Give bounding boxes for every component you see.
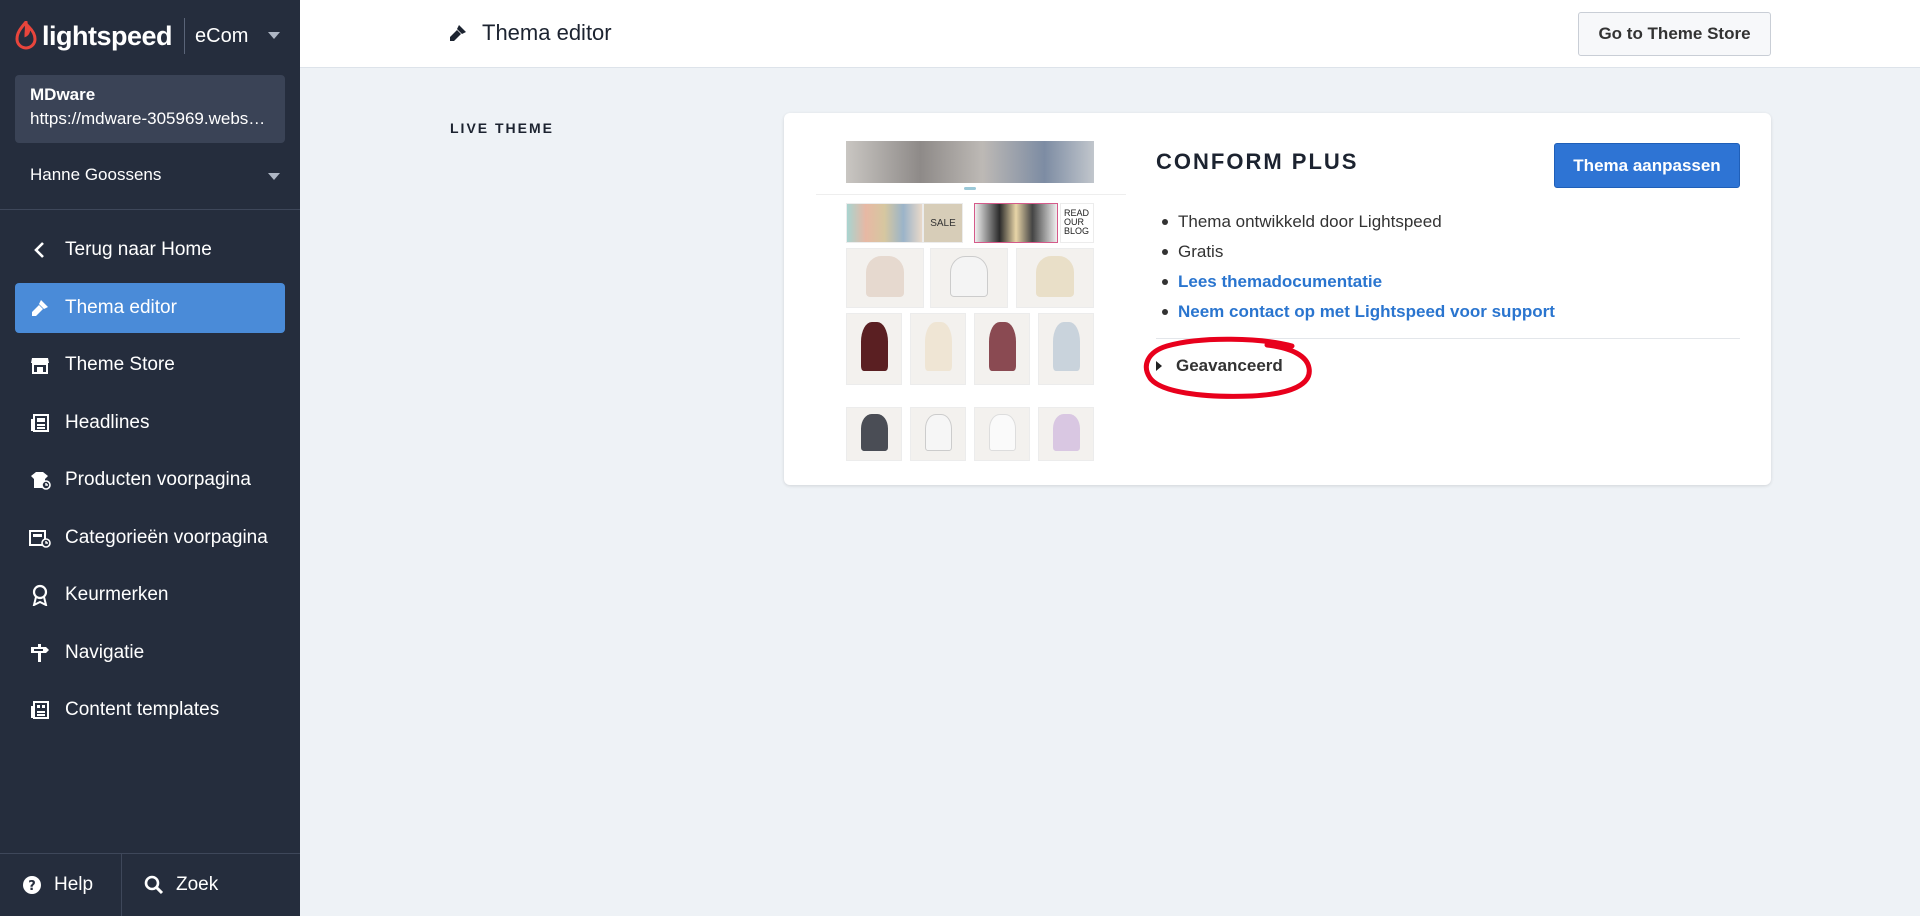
sidebar-nav: Terug naar Home Thema editor Theme Store… — [15, 225, 285, 743]
top-header: Thema editor Go to Theme Store — [300, 0, 1920, 68]
headlines-icon — [29, 412, 51, 434]
preview-product — [930, 248, 1008, 308]
brand-header[interactable]: lightspeed eCom — [0, 0, 300, 72]
advanced-label: Geavanceerd — [1176, 356, 1283, 375]
go-to-theme-store-button[interactable]: Go to Theme Store — [1578, 12, 1771, 56]
preview-product — [846, 248, 924, 308]
sidebar-item-theme-store[interactable]: Theme Store — [15, 340, 285, 390]
preview-product — [974, 407, 1030, 461]
shop-name: MDware — [30, 85, 96, 104]
help-button[interactable]: ? Help — [0, 854, 122, 916]
sidebar-item-home[interactable]: Terug naar Home — [15, 225, 285, 275]
sidebar-item-label: Producten voorpagina — [65, 469, 251, 490]
chevron-left-icon — [29, 239, 51, 261]
help-label: Help — [54, 874, 94, 895]
sidebar-item-categories-frontpage[interactable]: Categorieën voorpagina — [15, 513, 285, 563]
sidebar-footer: ? Help Zoek — [0, 853, 300, 916]
categories-icon — [29, 527, 51, 549]
preview-tile-rack — [846, 203, 923, 243]
preview-product — [1016, 248, 1094, 308]
preview-tile-blog: READ OUR BLOG — [1060, 203, 1094, 243]
shop-url: https://mdware-305969.webshopapp.com — [30, 109, 270, 128]
caret-right-icon — [1156, 361, 1162, 371]
sidebar: lightspeed eCom MDware https://mdware-30… — [0, 0, 300, 916]
bullet — [1162, 279, 1168, 285]
preview-tile-sale: SALE — [923, 203, 963, 243]
theme-documentation-link[interactable]: Lees themadocumentatie — [1162, 267, 1555, 297]
page-title: Thema editor — [448, 20, 612, 46]
sidebar-item-label: Thema editor — [65, 296, 177, 318]
sidebar-item-label: Keurmerken — [65, 584, 169, 605]
info-link-text: Neem contact op met Lightspeed voor supp… — [1178, 302, 1555, 321]
theme-name: CONFORM PLUS — [1156, 149, 1359, 174]
sidebar-item-headlines[interactable]: Headlines — [15, 398, 285, 448]
sidebar-item-label: Terug naar Home — [65, 239, 212, 260]
bullet — [1162, 219, 1168, 225]
user-name: Hanne Goossens — [30, 165, 162, 184]
brush-icon — [29, 297, 51, 319]
preview-product — [1038, 313, 1094, 385]
live-theme-card: SALE READ OUR BLOG CONFORM PLUS Thema aa… — [784, 113, 1771, 485]
list-item: Thema ontwikkeld door Lightspeed — [1162, 207, 1555, 237]
preview-slider-dots — [964, 187, 976, 190]
sidebar-item-products-frontpage[interactable]: Producten voorpagina — [15, 455, 285, 505]
customize-theme-button[interactable]: Thema aanpassen — [1554, 143, 1740, 188]
sidebar-item-label: Content templates — [65, 699, 220, 720]
page-title-text: Thema editor — [482, 20, 612, 45]
sidebar-item-label: Navigatie — [65, 641, 145, 663]
brand-separator — [184, 18, 186, 54]
info-text: Thema ontwikkeld door Lightspeed — [1178, 212, 1442, 231]
info-link-text: Lees themadocumentatie — [1178, 272, 1383, 291]
sidebar-item-label: Headlines — [65, 411, 150, 433]
info-text: Gratis — [1178, 242, 1224, 261]
search-icon — [144, 875, 164, 895]
theme-info-list: Thema ontwikkeld door Lightspeed Gratis … — [1162, 207, 1555, 327]
sidebar-item-theme-editor[interactable]: Thema editor — [15, 282, 285, 333]
navigation-icon — [29, 642, 51, 664]
bullet — [1162, 249, 1168, 255]
preview-tile-rack-2 — [974, 203, 1058, 243]
card-divider — [1156, 338, 1740, 339]
lightspeed-logo: lightspeed — [14, 20, 173, 52]
list-item: Gratis — [1162, 237, 1555, 267]
preview-product — [846, 407, 902, 461]
preview-product — [910, 313, 966, 385]
contact-support-link[interactable]: Neem contact op met Lightspeed voor supp… — [1162, 297, 1555, 327]
sidebar-item-navigation[interactable]: Navigatie — [15, 628, 285, 678]
chevron-down-icon[interactable] — [268, 32, 280, 39]
sidebar-item-badges[interactable]: Keurmerken — [15, 570, 285, 620]
sidebar-divider — [0, 209, 300, 210]
product-name: eCom — [195, 24, 249, 47]
preview-product — [974, 313, 1030, 385]
products-icon — [29, 469, 51, 491]
preview-divider — [816, 194, 1126, 195]
preview-banner — [846, 141, 1094, 183]
theme-preview-image: SALE READ OUR BLOG — [816, 141, 1126, 463]
search-button[interactable]: Zoek — [122, 854, 218, 916]
brand-name: lightspeed — [42, 20, 173, 51]
advanced-toggle[interactable]: Geavanceerd — [1156, 356, 1283, 376]
preview-product — [1038, 407, 1094, 461]
templates-icon — [29, 699, 51, 721]
chevron-down-icon — [268, 173, 280, 180]
sidebar-item-content-templates[interactable]: Content templates — [15, 685, 285, 735]
preview-product — [910, 407, 966, 461]
sidebar-item-label: Theme Store — [65, 354, 175, 375]
sidebar-item-label: Categorieën voorpagina — [65, 526, 268, 548]
section-label: LIVE THEME — [450, 120, 555, 136]
svg-text:?: ? — [28, 879, 36, 894]
search-label: Zoek — [176, 874, 219, 895]
flame-icon — [15, 21, 37, 50]
preview-product — [846, 313, 902, 385]
store-icon — [29, 354, 51, 376]
bullet — [1162, 309, 1168, 315]
shop-selector[interactable]: MDware https://mdware-305969.webshopapp.… — [15, 75, 285, 143]
brush-icon — [448, 23, 468, 43]
help-icon: ? — [22, 875, 42, 895]
user-menu[interactable]: Hanne Goossens — [30, 165, 280, 185]
badge-icon — [29, 584, 51, 606]
